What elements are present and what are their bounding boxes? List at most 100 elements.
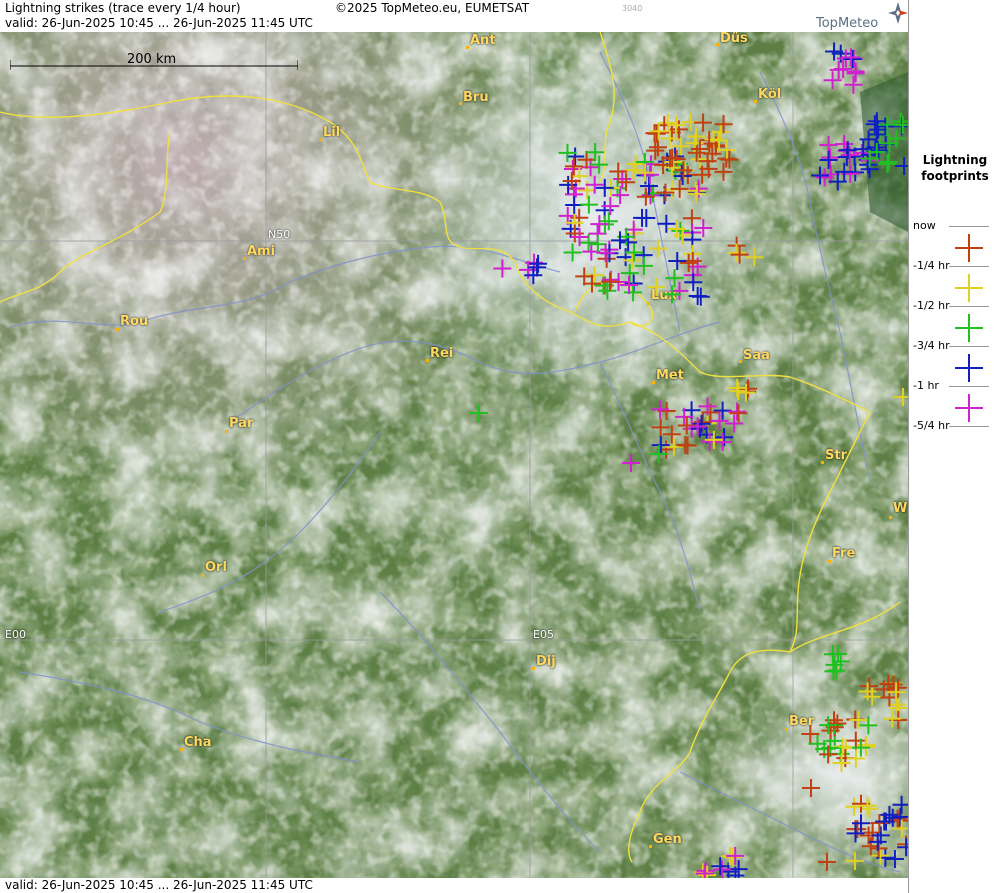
strike-icon — [665, 269, 684, 288]
strike-icon — [841, 48, 860, 67]
topmeteo-logo[interactable]: TopMeteo — [814, 2, 908, 32]
satellite-map[interactable]: 200 km N50 E00 E05 Ant Düs Bru Köl Lil A… — [0, 32, 908, 878]
legend-divider — [949, 346, 989, 347]
legend-row: -1/2 hr — [909, 299, 1000, 342]
legend-row: -1 hr — [909, 379, 1000, 422]
legend-label: -5/4 hr — [913, 419, 950, 432]
legend-cross-icon — [955, 354, 983, 382]
legend-cross-icon — [955, 274, 983, 302]
map-title: Lightning strikes (trace every 1/4 hour) — [5, 1, 241, 15]
legend-label: -3/4 hr — [913, 339, 950, 352]
header-bar: Lightning strikes (trace every 1/4 hour)… — [0, 0, 908, 32]
strike-icon — [725, 414, 744, 433]
strike-icon — [493, 259, 512, 278]
logo-text: TopMeteo — [816, 16, 879, 31]
strike-icon — [834, 59, 853, 78]
legend-label: -1 hr — [913, 379, 939, 392]
strike-icon — [640, 165, 659, 184]
strike-icon — [811, 166, 830, 185]
strike-icon — [624, 283, 643, 302]
legend-strike-icon — [955, 354, 983, 382]
strike-icon — [832, 754, 851, 773]
strike-icon — [710, 411, 729, 430]
strike-icon — [730, 245, 749, 264]
legend-divider — [949, 306, 989, 307]
strike-icon — [622, 454, 640, 472]
strike-icon — [599, 212, 618, 231]
strike-icon — [633, 208, 652, 227]
strike-icon — [562, 172, 581, 191]
valid-time: valid: 26-Jun-2025 10:45 ... 26-Jun-2025… — [5, 16, 313, 30]
legend-title-line2: footprints — [921, 169, 989, 183]
strike-icon — [645, 124, 664, 143]
legend-panel: Lightning footprints now -1/4 hr -1/2 hr -3… — [908, 0, 1000, 893]
strike-icon — [686, 181, 705, 200]
legend-cross-icon — [955, 234, 983, 262]
legend-row: -1/4 hr — [909, 259, 1000, 302]
strike-icon — [846, 64, 865, 83]
strike-icon — [802, 779, 820, 797]
legend-cross-icon — [955, 314, 983, 342]
strike-icon — [885, 850, 904, 869]
strike-icon — [563, 243, 582, 262]
legend-label: now — [913, 219, 936, 232]
legend-divider — [949, 426, 989, 427]
strike-icon — [677, 416, 696, 435]
strike-icon — [648, 138, 667, 157]
strike-icon — [736, 383, 755, 402]
strike-icon — [646, 141, 665, 160]
strike-icon — [863, 687, 882, 706]
legend-strike-icon — [955, 274, 983, 302]
strike-icon — [897, 838, 908, 857]
legend-label: -1/2 hr — [913, 299, 950, 312]
strike-icon — [585, 266, 604, 285]
strike-icon — [879, 153, 898, 172]
footer-bar: valid: 26-Jun-2025 10:45 ... 26-Jun-2025… — [0, 878, 908, 893]
legend-divider — [949, 386, 989, 387]
strike-icon — [641, 186, 660, 205]
strike-icon — [528, 258, 547, 277]
strike-icon — [878, 115, 897, 134]
strike-icon — [889, 678, 908, 697]
strike-icon — [579, 195, 598, 214]
strike-icon — [729, 404, 748, 423]
lightning-strikes-layer — [470, 42, 908, 878]
strike-icon — [846, 749, 865, 768]
strike-icon — [729, 382, 748, 401]
strike-icon — [570, 208, 589, 227]
strike-icon — [590, 155, 609, 174]
compass-icon — [888, 2, 908, 24]
strike-icon — [609, 162, 628, 181]
strike-icon — [581, 158, 600, 177]
legend-divider — [949, 226, 989, 227]
strike-icon — [891, 112, 908, 131]
footer-valid-time: valid: 26-Jun-2025 10:45 ... 26-Jun-2025… — [5, 878, 313, 892]
legend-cross-icon — [955, 394, 983, 422]
legend-row: -3/4 hr — [909, 339, 1000, 382]
strike-icon — [728, 378, 747, 397]
legend-row: now — [909, 219, 1000, 262]
legend-strike-icon — [955, 314, 983, 342]
strike-icon — [715, 428, 734, 447]
strike-icon — [694, 219, 713, 238]
strike-icon — [620, 275, 639, 294]
strike-icon — [728, 402, 747, 421]
strike-icon — [687, 184, 706, 203]
legend-title: Lightning footprints — [909, 152, 1000, 184]
strike-icon — [613, 170, 632, 189]
strike-icon — [860, 799, 879, 818]
strike-icon — [676, 435, 695, 454]
legend-strike-icon — [955, 234, 983, 262]
strike-icon — [894, 388, 908, 406]
legend-divider — [949, 266, 989, 267]
copyright: ©2025 TopMeteo.eu, EUMETSAT — [335, 1, 530, 15]
strike-icon — [844, 75, 863, 94]
map-code: 3040 — [622, 4, 643, 13]
strike-icon — [662, 285, 681, 304]
strike-icon — [566, 147, 585, 166]
strike-icon — [821, 148, 840, 167]
strike-icon — [470, 404, 488, 422]
legend-title-line1: Lightning — [922, 153, 988, 167]
strike-icon — [647, 278, 666, 297]
strike-icon — [745, 248, 764, 267]
